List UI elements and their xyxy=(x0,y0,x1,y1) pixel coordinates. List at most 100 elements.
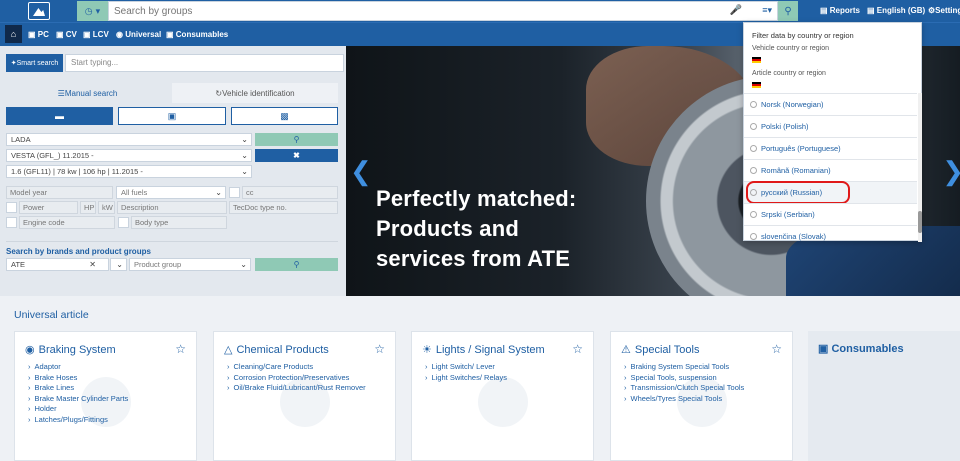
cc-checkbox[interactable] xyxy=(229,187,240,198)
radio-icon xyxy=(750,211,757,218)
vehicle-search-button[interactable]: ⚲ xyxy=(255,133,338,146)
refresh-icon: ↻ xyxy=(215,88,223,98)
list-item[interactable]: Cleaning/Care Products xyxy=(227,362,366,373)
vehicle-type-car[interactable]: ▬ xyxy=(6,107,113,125)
list-item[interactable]: Transmission/Clutch Special Tools xyxy=(624,383,745,394)
category-card-consumables[interactable]: ▣ Consumables xyxy=(808,331,960,461)
list-item[interactable]: Brake Hoses xyxy=(28,373,128,384)
language-link[interactable]: ▤ English (GB) xyxy=(867,6,925,15)
list-item[interactable]: Brake Lines xyxy=(28,383,128,394)
list-item[interactable]: Holder xyxy=(28,404,128,415)
list-item[interactable]: Wheels/Tyres Special Tools xyxy=(624,394,744,405)
germany-flag-icon[interactable] xyxy=(752,82,761,88)
category-card-chemical[interactable]: △Chemical Products ☆ Cleaning/Care Produ… xyxy=(213,331,396,461)
language-option[interactable]: Polski (Polish) xyxy=(744,115,917,137)
language-label: Português (Portuguese) xyxy=(761,144,841,153)
list-item[interactable]: Oil/Brake Fluid/Lubricant/Rust Remover xyxy=(227,383,366,394)
language-option[interactable]: Srpski (Serbian) xyxy=(744,203,917,225)
category-card-lights[interactable]: ☀Lights / Signal System ☆ Light Switch/ … xyxy=(411,331,594,461)
power-checkbox[interactable] xyxy=(6,202,17,213)
brand-select[interactable]: ATE ✕ xyxy=(6,258,109,271)
clear-icon[interactable]: ✕ xyxy=(89,259,96,270)
list-item[interactable]: Corrosion Protection/Preservatives xyxy=(227,373,366,384)
fuel-select[interactable]: All fuels ⌄ xyxy=(116,186,226,199)
cc-placeholder: cc xyxy=(246,188,254,197)
vehicle-type-truck[interactable]: ▩ xyxy=(231,107,338,125)
smart-search-button[interactable]: ✦ Smart search xyxy=(6,54,63,72)
clear-button[interactable]: ✖ xyxy=(255,149,338,162)
germany-flag-icon[interactable] xyxy=(752,57,761,63)
search-button[interactable]: ⚲ xyxy=(778,1,798,21)
card-list: Cleaning/Care Products Corrosion Protect… xyxy=(227,362,366,394)
card-title[interactable]: ◉ Braking System xyxy=(25,343,116,357)
list-item[interactable]: Light Switch/ Lever xyxy=(425,362,507,373)
tab-manual-label: Manual search xyxy=(64,88,118,98)
nav-item-cv[interactable]: ▣ CV xyxy=(56,30,77,39)
list-item[interactable]: Adaptor xyxy=(28,362,128,373)
card-title[interactable]: ☀ Lights / Signal System xyxy=(422,343,545,357)
list-item[interactable]: Braking System Special Tools xyxy=(624,362,744,373)
description-field[interactable]: Description xyxy=(117,201,227,214)
filter-icon[interactable]: ≡▾ xyxy=(762,5,772,16)
brand-dropdown-toggle[interactable]: ⌄ xyxy=(110,258,127,271)
logo[interactable] xyxy=(28,2,50,20)
nav-item-label: CV xyxy=(65,30,77,39)
card-title[interactable]: ⚠ Special Tools xyxy=(621,343,700,357)
brand-search-button[interactable]: ⚲ xyxy=(255,258,338,271)
carousel-next-icon[interactable]: ❯ xyxy=(942,156,960,187)
body-type-checkbox[interactable] xyxy=(118,217,129,228)
kw-unit-field[interactable]: kW xyxy=(98,201,115,214)
list-item[interactable]: Light Switches/ Relays xyxy=(425,373,507,384)
smart-search-input[interactable]: Start typing... xyxy=(65,54,344,72)
body-type-field[interactable]: Body type xyxy=(131,216,227,229)
tab-manual-search[interactable]: ☰ Manual search xyxy=(6,83,169,103)
card-title[interactable]: △ Chemical Products xyxy=(224,343,329,357)
tecdoc-type-field[interactable]: TecDoc type no. xyxy=(229,201,338,214)
light-icon: ☀ xyxy=(422,344,432,356)
car-icon: ▬ xyxy=(55,111,64,121)
model-select[interactable]: VESTA (GFL_) 11.2015 - ⌄ xyxy=(6,149,252,162)
list-item[interactable]: Latches/Plugs/Fittings xyxy=(28,415,128,426)
language-option[interactable]: slovenčina (Slovak) xyxy=(744,225,917,242)
manufacturer-select[interactable]: LADA ⌄ xyxy=(6,133,252,146)
banner-line: Perfectly matched: xyxy=(376,186,577,211)
language-option[interactable]: Norsk (Norwegian) xyxy=(744,93,917,115)
tab-vehicle-identification[interactable]: ↻ Vehicle identification xyxy=(172,83,338,103)
search-icon: ⚲ xyxy=(293,135,300,144)
card-title[interactable]: ▣ Consumables xyxy=(818,342,904,355)
category-card-braking[interactable]: ◉Braking System ☆ Adaptor Brake Hoses Br… xyxy=(14,331,197,461)
search-input[interactable] xyxy=(109,2,709,20)
scrollbar-thumb[interactable] xyxy=(918,211,922,233)
hp-unit-field[interactable]: HP xyxy=(80,201,96,214)
engine-code-field[interactable]: Engine code xyxy=(19,216,115,229)
list-item[interactable]: Brake Master Cylinder Parts xyxy=(28,394,129,405)
star-icon[interactable]: ☆ xyxy=(175,342,186,356)
microphone-icon[interactable]: 🎤 xyxy=(730,5,742,16)
star-icon[interactable]: ☆ xyxy=(771,342,782,356)
history-button[interactable]: ◷ ▾ xyxy=(77,1,108,21)
card-title-label: Consumables xyxy=(831,343,904,355)
vehicle-type-bus[interactable]: ▣ xyxy=(118,107,226,125)
cc-field[interactable]: cc xyxy=(242,186,338,199)
nav-item-universal[interactable]: ◉ Universal xyxy=(116,30,161,39)
star-icon[interactable]: ☆ xyxy=(374,342,385,356)
settings-label: Settings xyxy=(935,6,960,15)
settings-link[interactable]: ⚙Settings xyxy=(928,6,960,15)
carousel-prev-icon[interactable]: ❮ xyxy=(350,156,372,187)
nav-item-consumables[interactable]: ▣ Consumables xyxy=(166,30,228,39)
nav-item-pc[interactable]: ▣ PC xyxy=(28,30,49,39)
category-card-tools[interactable]: ⚠Special Tools ☆ Braking System Special … xyxy=(610,331,793,461)
language-option[interactable]: Português (Portuguese) xyxy=(744,137,917,159)
power-field[interactable]: Power xyxy=(19,201,78,214)
list-item[interactable]: Special Tools, suspension xyxy=(624,373,744,384)
nav-item-lcv[interactable]: ▣ LCV xyxy=(83,30,109,39)
language-option-russian[interactable]: русский (Russian) xyxy=(744,181,917,204)
reports-link[interactable]: ▤ Reports xyxy=(820,6,860,15)
product-group-select[interactable]: Product group ⌄ xyxy=(129,258,251,271)
home-button[interactable]: ⌂ xyxy=(5,25,22,43)
model-year-select[interactable]: Model year xyxy=(6,186,113,199)
engine-code-checkbox[interactable] xyxy=(6,217,17,228)
star-icon[interactable]: ☆ xyxy=(572,342,583,356)
language-option[interactable]: Română (Romanian) xyxy=(744,159,917,181)
engine-select[interactable]: 1.6 (GFL11) | 78 kw | 106 hp | 11.2015 -… xyxy=(6,165,252,178)
